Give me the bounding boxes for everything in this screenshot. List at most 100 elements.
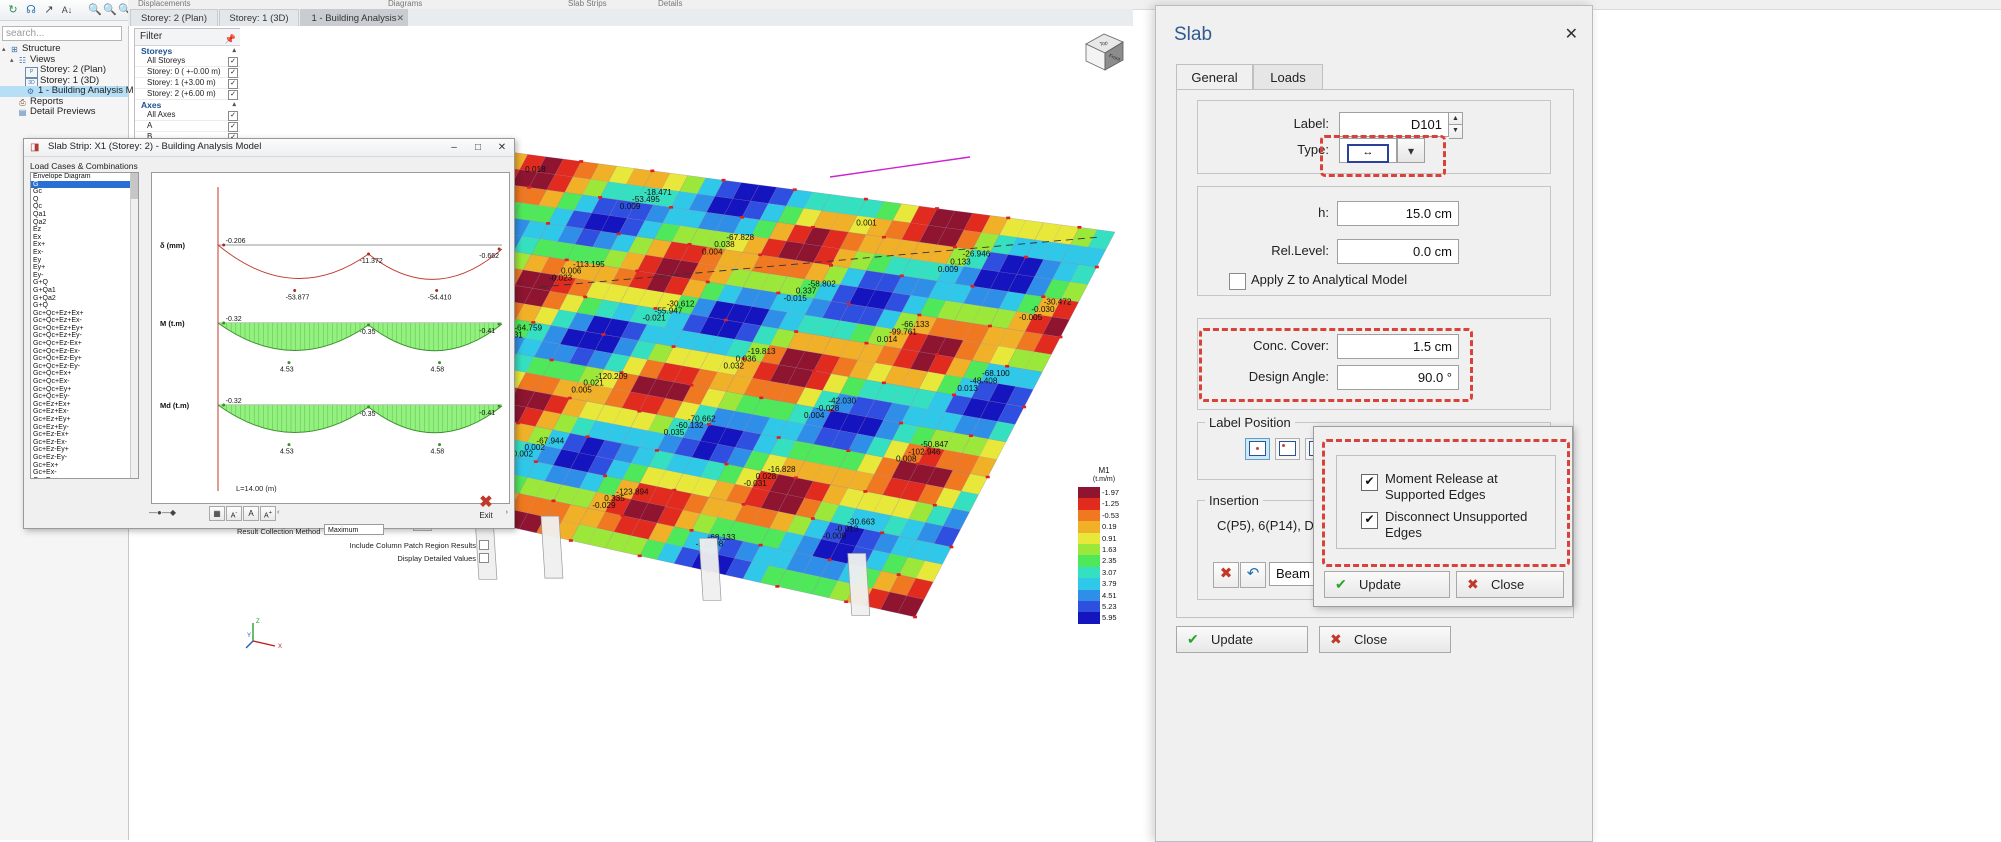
filter-row-checkbox[interactable]: ✓ bbox=[228, 111, 238, 121]
load-case-item[interactable]: Qa2 bbox=[31, 219, 138, 227]
load-case-item[interactable]: Gc+Ez+Ey- bbox=[31, 424, 138, 432]
filter-row[interactable]: A ✓ bbox=[135, 121, 241, 132]
load-case-item[interactable]: Gc+Qc+Ey+ bbox=[31, 386, 138, 394]
load-case-item[interactable]: Gc+Ez-Ex+ bbox=[31, 431, 138, 439]
load-case-item[interactable]: G bbox=[31, 180, 138, 189]
maximize-icon[interactable]: □ bbox=[466, 139, 490, 156]
load-case-list[interactable]: Envelope Diagram G Gc Q Qc Qa1 Qa2 Ez Ex Ex+ Ex- Ey… bbox=[30, 172, 139, 479]
slab-strip-window[interactable]: ◨ Slab Strip: X1 (Storey: 2) - Building … bbox=[23, 138, 515, 563]
view-orientation-cube[interactable]: Top Front bbox=[1078, 28, 1128, 78]
disconnect-edges-checkbox[interactable]: ✔ bbox=[1361, 512, 1378, 529]
filter-row-checkbox[interactable]: ✓ bbox=[228, 57, 238, 67]
slab-strip-titlebar[interactable]: ◨ Slab Strip: X1 (Storey: 2) - Building … bbox=[24, 139, 514, 157]
filter-row-checkbox[interactable]: ✓ bbox=[228, 90, 238, 100]
rel-level-input[interactable]: 0.0 cm bbox=[1337, 239, 1459, 264]
dialog-update-button[interactable]: ✔ Update bbox=[1176, 626, 1308, 653]
type-dropdown-button[interactable]: ▾ bbox=[1397, 138, 1425, 163]
load-case-item[interactable]: Gc+Qc+Ez-Ey+ bbox=[31, 355, 138, 363]
load-case-item[interactable]: Ex+ bbox=[31, 241, 138, 249]
filter-row[interactable]: All Axes ✓ bbox=[135, 110, 241, 121]
filter-row[interactable]: Storey: 2 (+6.00 m) ✓ bbox=[135, 89, 241, 100]
load-case-item[interactable]: Gc+Ez+Ey+ bbox=[31, 416, 138, 424]
load-case-scrollbar[interactable] bbox=[130, 173, 138, 478]
zoom-window-icon[interactable]: 🔍 bbox=[88, 3, 102, 17]
load-case-item[interactable]: Gc+Qc+Ez-Ex- bbox=[31, 348, 138, 356]
tab-close-icon[interactable]: ✕ bbox=[396, 10, 404, 27]
load-case-item[interactable]: Ey bbox=[31, 257, 138, 265]
result-collection-select[interactable]: Maximum bbox=[324, 524, 384, 535]
load-case-item[interactable]: Gc+Qc+Ez+Ey- bbox=[31, 332, 138, 340]
label-spinner-down[interactable]: ▼ bbox=[1449, 124, 1463, 139]
filter-group-header[interactable]: Axes ▴ bbox=[135, 100, 241, 110]
globe-icon[interactable]: ☊ bbox=[24, 3, 38, 17]
load-case-item[interactable]: G+Qa1 bbox=[31, 287, 138, 295]
load-case-item[interactable]: Gc+Ez+Ex- bbox=[31, 408, 138, 416]
load-case-item[interactable]: Gc+Qc+Ez+Ex+ bbox=[31, 310, 138, 318]
close-icon[interactable]: ✕ bbox=[490, 139, 514, 156]
pin-icon[interactable]: 📌 bbox=[225, 31, 236, 47]
load-case-item[interactable]: Ex- bbox=[31, 249, 138, 257]
load-case-item[interactable]: Ex bbox=[31, 234, 138, 242]
exit-button[interactable]: ✖ Exit bbox=[472, 495, 500, 521]
dialog-close-button[interactable]: ✖ Close bbox=[1319, 626, 1451, 653]
load-case-item[interactable]: Gc+Qc+Ez+Ex- bbox=[31, 317, 138, 325]
tab-general[interactable]: General bbox=[1176, 64, 1253, 92]
load-case-item[interactable]: G+Q bbox=[31, 279, 138, 287]
include-patch-checkbox[interactable] bbox=[479, 540, 489, 550]
load-case-item[interactable]: G+Q bbox=[31, 302, 138, 310]
load-case-item[interactable]: Gc+Qc+Ey- bbox=[31, 393, 138, 401]
label-input[interactable]: D101 bbox=[1339, 112, 1449, 137]
filter-row[interactable]: Storey: 1 (+3.00 m) ✓ bbox=[135, 78, 241, 89]
filter-row-checkbox[interactable]: ✓ bbox=[228, 79, 238, 89]
display-detailed-checkbox[interactable] bbox=[479, 553, 489, 563]
search-input[interactable]: search... bbox=[2, 26, 122, 41]
popup-update-button[interactable]: ✔ Update bbox=[1324, 571, 1450, 598]
load-case-item[interactable]: Gc+Ez+Ex+ bbox=[31, 401, 138, 409]
moment-release-checkbox[interactable]: ✔ bbox=[1361, 474, 1378, 491]
tree-item-structure[interactable]: ▴ ⊞ Structure bbox=[0, 43, 128, 55]
next-icon[interactable]: › bbox=[506, 507, 509, 516]
load-case-item[interactable]: Gc+Ez-Ex- bbox=[31, 439, 138, 447]
prev-icon[interactable]: ‹ bbox=[277, 507, 280, 516]
tab-loads[interactable]: Loads bbox=[1253, 64, 1323, 91]
filter-row-checkbox[interactable]: ✓ bbox=[228, 68, 238, 78]
chevron-up-icon[interactable]: ▴ bbox=[232, 46, 236, 56]
slider-icon[interactable]: —●—◆ bbox=[149, 508, 176, 517]
h-input[interactable]: 15.0 cm bbox=[1337, 201, 1459, 226]
chevron-up-icon[interactable]: ▴ bbox=[232, 100, 236, 110]
type-value-box[interactable]: ↔ bbox=[1339, 138, 1397, 163]
font-a-icon[interactable]: A bbox=[243, 506, 259, 521]
sort-az-icon[interactable]: A↓ bbox=[60, 3, 74, 17]
filter-row[interactable]: All Storeys ✓ bbox=[135, 56, 241, 67]
load-case-item[interactable]: Ez bbox=[31, 226, 138, 234]
filter-row-checkbox[interactable]: ✓ bbox=[228, 122, 238, 132]
load-case-item[interactable]: Gc+Ez-Ey+ bbox=[31, 446, 138, 454]
load-case-item[interactable]: Gc+Qc+Ez-Ex+ bbox=[31, 340, 138, 348]
load-case-item[interactable]: Q bbox=[31, 196, 138, 204]
load-case-item[interactable]: Ey- bbox=[31, 272, 138, 280]
tab-storey-1-3d[interactable]: Storey: 1 (3D) bbox=[219, 9, 299, 26]
refresh-icon[interactable]: ↻ bbox=[6, 3, 20, 17]
filter-group-header[interactable]: Storeys ▴ bbox=[135, 46, 241, 56]
load-case-item[interactable]: Envelope Diagram bbox=[31, 173, 138, 181]
load-case-item[interactable]: G+Qa2 bbox=[31, 295, 138, 303]
apply-z-checkbox[interactable] bbox=[1229, 273, 1246, 290]
zoom-in-icon[interactable]: 🔍 bbox=[103, 3, 117, 17]
font-decrease-icon[interactable]: A- bbox=[226, 506, 242, 521]
tab-1-building-analysis-model[interactable]: 1 - Building Analysis Model✕ bbox=[300, 9, 408, 41]
load-case-item[interactable]: Gc+Ex+ bbox=[31, 462, 138, 470]
insertion-undo-icon[interactable]: ↶ bbox=[1240, 562, 1266, 588]
load-case-item[interactable]: Gc+Qc+Ez-Ey- bbox=[31, 363, 138, 371]
axis-icon[interactable]: ↗ bbox=[42, 3, 56, 17]
load-case-item[interactable]: Gc bbox=[31, 188, 138, 196]
design-angle-input[interactable]: 90.0 ° bbox=[1337, 365, 1459, 390]
font-increase-icon[interactable]: A+ bbox=[260, 506, 276, 521]
load-case-item[interactable]: Gc+Ex- bbox=[31, 469, 138, 477]
load-case-item[interactable]: Ey+ bbox=[31, 264, 138, 272]
filter-row[interactable]: Storey: 0 ( +-0.00 m) ✓ bbox=[135, 67, 241, 78]
tree-item-detail-previews[interactable]: ▤ Detail Previews bbox=[0, 106, 128, 118]
load-case-item[interactable]: Gc+Qc+Ex- bbox=[31, 378, 138, 386]
grid-icon[interactable]: ▦ bbox=[209, 506, 225, 521]
conc-cover-input[interactable]: 1.5 cm bbox=[1337, 334, 1459, 359]
load-case-item[interactable]: Gc+Ez-Ey- bbox=[31, 454, 138, 462]
